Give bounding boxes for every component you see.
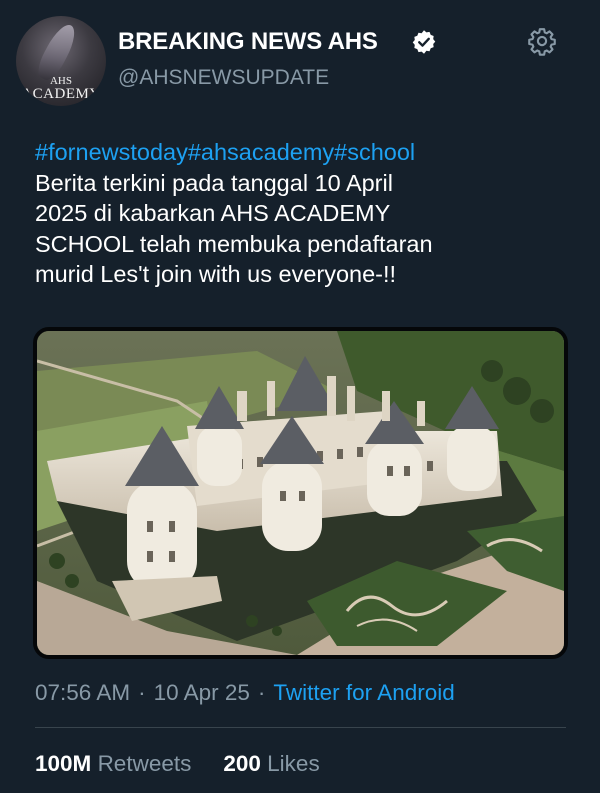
tweet-line: SCHOOL telah membuka pendaftaran <box>35 230 433 257</box>
tweet-line: 2025 di kabarkan AHS ACADEMY <box>35 200 391 226</box>
user-handle[interactable]: @AHSNEWSUPDATE <box>118 66 329 90</box>
likes-stat[interactable]: 200 Likes <box>223 751 319 776</box>
avatar-logo-text: AHS ACADEMY ~~~~~~~~~~~~~~ <box>16 76 106 107</box>
tweet-time[interactable]: 07:56 AM <box>35 680 130 705</box>
avatar-logo-script: ~~~~~~~~~~~~~~ <box>16 105 106 106</box>
avatar[interactable]: AHS ACADEMY ~~~~~~~~~~~~~~ <box>16 16 106 106</box>
tweet-source-link[interactable]: Twitter for Android <box>273 680 454 705</box>
gear-icon[interactable] <box>527 26 557 56</box>
tweet-date[interactable]: 10 Apr 25 <box>154 680 250 705</box>
tweet-stats: 100M Retweets 200 Likes <box>35 751 320 777</box>
tweet-line: Berita terkini pada tanggal 10 April <box>35 169 393 196</box>
display-name[interactable]: BREAKING NEWS AHS <box>118 28 378 56</box>
divider <box>35 727 566 728</box>
likes-count: 200 <box>223 751 261 776</box>
meta-separator: · <box>257 680 266 705</box>
likes-label: Likes <box>267 751 320 776</box>
tweet-text: #fornewstoday#ahsacademy#school Berita t… <box>35 137 580 290</box>
tweet-line: murid Les't join with us everyone-!! <box>35 261 397 287</box>
tweet-header: AHS ACADEMY ~~~~~~~~~~~~~~ BREAKING NEWS… <box>0 0 600 120</box>
retweets-count: 100M <box>35 751 92 776</box>
retweets-stat[interactable]: 100M Retweets <box>35 751 191 776</box>
retweets-label: Retweets <box>97 751 192 776</box>
tweet-meta: 07:56 AM · 10 Apr 25 · Twitter for Android <box>35 680 455 706</box>
meta-separator: · <box>138 680 146 705</box>
avatar-logo-line2: ACADEMY <box>21 86 101 102</box>
tweet-media-photo[interactable] <box>33 327 568 659</box>
castle-photo-image <box>37 331 564 655</box>
verified-badge-icon <box>412 30 436 54</box>
tweet-hashtags[interactable]: #fornewstoday#ahsacademy#school <box>35 137 580 168</box>
